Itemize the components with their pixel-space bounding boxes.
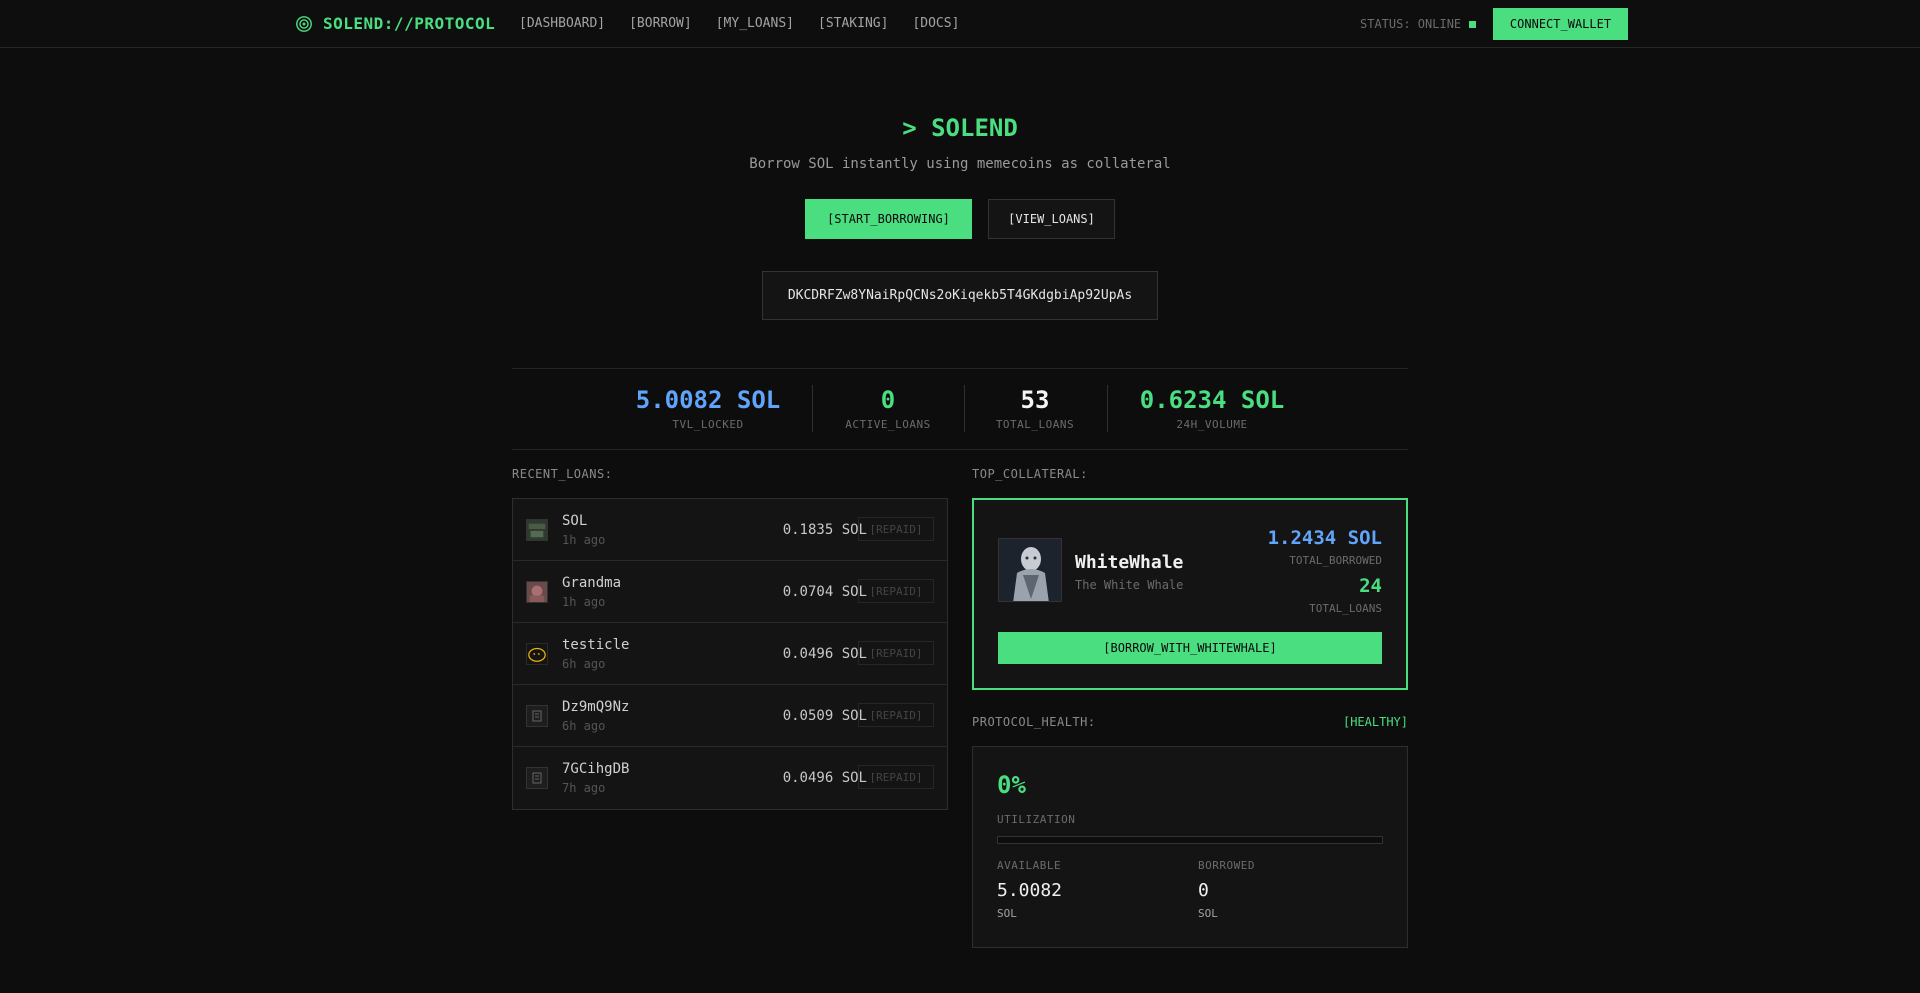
health-status-badge: [HEALTHY]: [1342, 715, 1408, 729]
stat-label: ACTIVE_LOANS: [845, 418, 931, 431]
stat-tvl: 5.0082 SOL TVL_LOCKED: [623, 386, 793, 431]
stat-separator: [812, 385, 813, 432]
available-value: 5.0082: [997, 880, 1063, 901]
stat-label: TOTAL_LOANS: [995, 418, 1075, 431]
token-image-icon: [526, 519, 548, 541]
available-unit: SOL: [997, 907, 1017, 920]
protocol-health-panel: 0% UTILIZATION AVAILABLE 5.0082 SOL BORR…: [972, 746, 1408, 948]
collateral-total-borrowed: 1.2434 SOL: [1267, 527, 1382, 549]
loan-amount: 0.1835 SOL: [782, 522, 867, 538]
token-image-icon: [526, 643, 548, 665]
loan-row[interactable]: testicle 6h ago 0.0496 SOL [REPAID]: [513, 623, 947, 685]
stat-separator: [964, 385, 965, 432]
stat-value: 53: [1020, 386, 1050, 414]
borrowed-unit: SOL: [1198, 907, 1218, 920]
protocol-health-heading: PROTOCOL_HEALTH:: [972, 715, 1096, 729]
available-column: AVAILABLE 5.0082 SOL: [997, 859, 1062, 920]
stat-label: TVL_LOCKED: [672, 418, 744, 431]
target-icon: [296, 15, 312, 32]
borrowed-column: BORROWED 0 SOL: [1198, 859, 1255, 920]
nav-docs[interactable]: [DOCS]: [912, 16, 959, 31]
status-dot-icon: [1469, 20, 1477, 28]
stat-active-loans: 0 ACTIVE_LOANS: [828, 386, 948, 431]
loan-amount: 0.0704 SOL: [782, 584, 867, 600]
loan-token-name: testicle: [562, 637, 630, 653]
stat-24h-volume: 0.6234 SOL 24H_VOLUME: [1127, 386, 1297, 431]
stat-separator: [1107, 385, 1108, 432]
stat-total-loans: 53 TOTAL_LOANS: [980, 386, 1090, 431]
status-badge: [REPAID]: [858, 765, 934, 789]
brand-name: SOLEND://PROTOCOL: [323, 14, 496, 33]
status-badge: [REPAID]: [858, 579, 934, 603]
collateral-total-borrowed-label: TOTAL_BORROWED: [1289, 554, 1382, 567]
loan-token-name: SOL: [562, 513, 588, 529]
loan-row[interactable]: Dz9mQ9Nz 6h ago 0.0509 SOL [REPAID]: [513, 685, 947, 747]
nav-links: [DASHBOARD] [BORROW] [MY_LOANS] [STAKING…: [519, 16, 959, 31]
hero-subtitle: Borrow SOL instantly using memecoins as …: [749, 156, 1171, 172]
brand-logo[interactable]: SOLEND://PROTOCOL: [295, 14, 495, 33]
available-label: AVAILABLE: [997, 859, 1062, 872]
loan-time: 6h ago: [562, 719, 606, 733]
nav-my-loans[interactable]: [MY_LOANS]: [716, 16, 794, 31]
loan-amount: 0.0496 SOL: [782, 646, 867, 662]
collateral-name: WhiteWhale: [1075, 552, 1184, 573]
collateral-description: The White Whale: [1075, 578, 1184, 592]
utilization-label: UTILIZATION: [997, 813, 1076, 826]
status-badge: [REPAID]: [858, 517, 934, 541]
borrowed-label: BORROWED: [1198, 859, 1255, 872]
start-borrowing-button[interactable]: [START_BORROWING]: [805, 199, 972, 239]
nav-dashboard[interactable]: [DASHBOARD]: [519, 16, 605, 31]
hero-title: > SOLEND: [902, 114, 1018, 142]
stat-value: 5.0082 SOL: [635, 386, 781, 414]
loan-row[interactable]: Grandma 1h ago 0.0704 SOL [REPAID]: [513, 561, 947, 623]
loan-token-name: 7GCihgDB: [562, 761, 630, 777]
loan-time: 7h ago: [562, 781, 606, 795]
connect-wallet-button[interactable]: CONNECT_WALLET: [1493, 8, 1628, 40]
borrow-with-collateral-button[interactable]: [BORROW_WITH_WHITEWHALE]: [998, 632, 1382, 664]
loan-time: 1h ago: [562, 533, 606, 547]
stats-divider-bottom: [512, 449, 1408, 450]
loan-row[interactable]: SOL 1h ago 0.1835 SOL [REPAID]: [513, 499, 947, 561]
view-loans-button[interactable]: [VIEW_LOANS]: [988, 199, 1115, 239]
whale-avatar-icon: [998, 538, 1062, 602]
stats-divider-top: [512, 368, 1408, 369]
status-badge: [REPAID]: [858, 641, 934, 665]
recent-loans-list: SOL 1h ago 0.1835 SOL [REPAID] Grandma 1…: [512, 498, 948, 810]
collateral-total-loans-label: TOTAL_LOANS: [1309, 602, 1382, 615]
loan-amount: 0.0496 SOL: [782, 770, 867, 786]
stat-value: 0: [880, 386, 896, 414]
nav-staking[interactable]: [STAKING]: [818, 16, 888, 31]
top-collateral-heading: TOP_COLLATERAL:: [972, 467, 1088, 481]
utilization-value: 0%: [997, 771, 1026, 799]
stat-value: 0.6234 SOL: [1139, 386, 1285, 414]
recent-loans-heading: RECENT_LOANS:: [512, 467, 613, 481]
token-image-icon: [526, 581, 548, 603]
loan-time: 6h ago: [562, 657, 606, 671]
loan-row[interactable]: 7GCihgDB 7h ago 0.0496 SOL [REPAID]: [513, 747, 947, 809]
loan-amount: 0.0509 SOL: [782, 708, 867, 724]
loan-token-name: Grandma: [562, 575, 622, 591]
top-nav: SOLEND://PROTOCOL [DASHBOARD] [BORROW] […: [0, 0, 1920, 48]
utilization-bar: [997, 836, 1383, 844]
nav-borrow[interactable]: [BORROW]: [629, 16, 692, 31]
status-badge: [REPAID]: [858, 703, 934, 727]
collateral-total-loans: 24: [1359, 575, 1382, 597]
top-collateral-card: WhiteWhale The White Whale 1.2434 SOL TO…: [972, 498, 1408, 690]
broken-image-icon: [526, 705, 548, 727]
status-indicator: STATUS: ONLINE: [1360, 17, 1477, 31]
stat-label: 24H_VOLUME: [1176, 418, 1248, 431]
status-text: STATUS: ONLINE: [1360, 17, 1462, 31]
borrowed-value: 0: [1198, 880, 1209, 901]
broken-image-icon: [526, 767, 548, 789]
loan-token-name: Dz9mQ9Nz: [562, 699, 630, 715]
contract-address[interactable]: DKCDRFZw8YNaiRpQCNs2oKiqekb5T4GKdgbiAp92…: [762, 271, 1158, 320]
loan-time: 1h ago: [562, 595, 606, 609]
